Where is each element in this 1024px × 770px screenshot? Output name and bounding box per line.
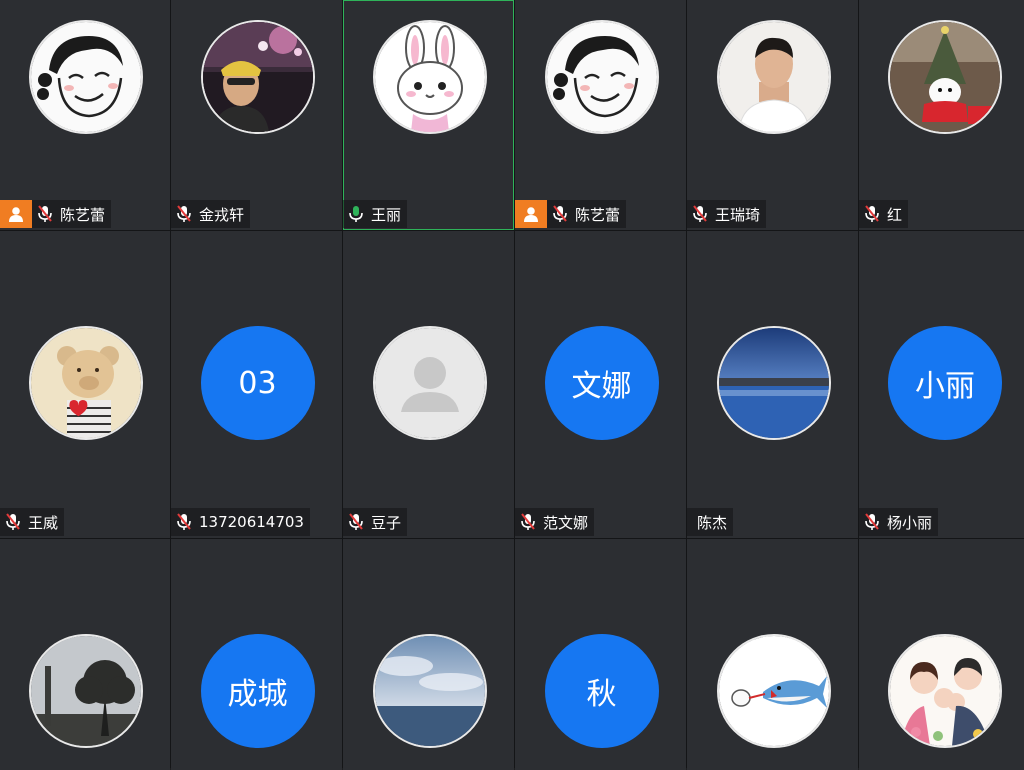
participant-name: 13720614703 <box>199 513 304 531</box>
participant-label: 陈杰 <box>687 508 734 536</box>
participant-tile[interactable] <box>859 539 1024 770</box>
participant-name: 陈艺蕾 <box>575 205 621 224</box>
mic-muted-icon <box>515 508 541 536</box>
mic-muted-icon <box>859 508 885 536</box>
avatar <box>372 634 487 748</box>
participant-name: 王丽 <box>371 205 402 224</box>
avatar <box>372 326 487 440</box>
participant-tile[interactable]: 陈艺蕾 <box>0 0 170 230</box>
participant-tile[interactable] <box>687 539 858 770</box>
mic-muted-icon <box>687 200 713 228</box>
participant-tile[interactable]: 王威 <box>0 231 170 538</box>
mic-muted-icon <box>0 508 26 536</box>
participant-name: 豆子 <box>371 513 402 532</box>
avatar <box>888 20 1002 134</box>
mic-on-icon <box>343 200 369 228</box>
participant-label: 王丽 <box>343 200 408 228</box>
participant-name: 陈艺蕾 <box>60 205 106 224</box>
participant-label: 陈艺蕾 <box>515 200 627 228</box>
participant-label: 豆子 <box>343 508 408 536</box>
participant-name: 陈杰 <box>697 513 728 532</box>
avatar <box>544 20 659 134</box>
participant-tile[interactable]: 红 <box>859 0 1024 230</box>
participant-label: 金戎轩 <box>171 200 251 228</box>
participant-tile[interactable]: 文娜 范文娜 <box>515 231 686 538</box>
avatar-initials: 成城 <box>200 634 315 748</box>
avatar <box>716 634 831 748</box>
participant-tile[interactable]: 陈艺蕾 <box>515 0 686 230</box>
participant-label: 陈艺蕾 <box>0 200 112 228</box>
participant-name: 范文娜 <box>543 513 589 532</box>
mic-muted-icon <box>859 200 885 228</box>
participant-name: 杨小丽 <box>887 513 933 532</box>
avatar <box>29 326 143 440</box>
participant-label: 13720614703 <box>171 508 310 536</box>
video-grid: 陈艺蕾 金戎轩 王丽 陈艺蕾 王瑞琦 红 王威 03 13720614703 豆… <box>0 0 1024 770</box>
avatar <box>716 20 831 134</box>
avatar <box>29 634 143 748</box>
participant-label: 王威 <box>0 508 65 536</box>
participant-tile[interactable] <box>343 539 514 770</box>
participant-tile[interactable]: 陈杰 <box>687 231 858 538</box>
mic-muted-icon <box>343 508 369 536</box>
mic-muted-icon <box>32 200 58 228</box>
participant-tile[interactable]: 豆子 <box>343 231 514 538</box>
participant-name: 王瑞琦 <box>715 205 761 224</box>
avatar-initials: 秋 <box>544 634 659 748</box>
mic-muted-icon <box>547 200 573 228</box>
participant-tile[interactable]: 成城 <box>171 539 342 770</box>
participant-label: 王瑞琦 <box>687 200 767 228</box>
participant-tile[interactable]: 王丽 <box>343 0 514 230</box>
avatar-initials: 文娜 <box>544 326 659 440</box>
participant-name: 红 <box>887 205 903 224</box>
participant-tile[interactable]: 03 13720614703 <box>171 231 342 538</box>
avatar <box>200 20 315 134</box>
participant-name: 金戎轩 <box>199 205 245 224</box>
participant-tile[interactable]: 王瑞琦 <box>687 0 858 230</box>
avatar <box>716 326 831 440</box>
avatar <box>888 634 1002 748</box>
avatar-initials: 03 <box>200 326 315 440</box>
participant-label: 范文娜 <box>515 508 595 536</box>
avatar <box>29 20 143 134</box>
participant-tile[interactable]: 小丽 杨小丽 <box>859 231 1024 538</box>
participant-label: 红 <box>859 200 909 228</box>
participant-tile[interactable]: 秋 <box>515 539 686 770</box>
avatar-initials: 小丽 <box>888 326 1002 440</box>
mic-muted-icon <box>171 508 197 536</box>
host-icon <box>515 200 547 228</box>
participant-name: 王威 <box>28 513 59 532</box>
avatar <box>372 20 487 134</box>
participant-label: 杨小丽 <box>859 508 939 536</box>
participant-tile[interactable]: 金戎轩 <box>171 0 342 230</box>
mic-muted-icon <box>171 200 197 228</box>
participant-tile[interactable] <box>0 539 170 770</box>
host-icon <box>0 200 32 228</box>
